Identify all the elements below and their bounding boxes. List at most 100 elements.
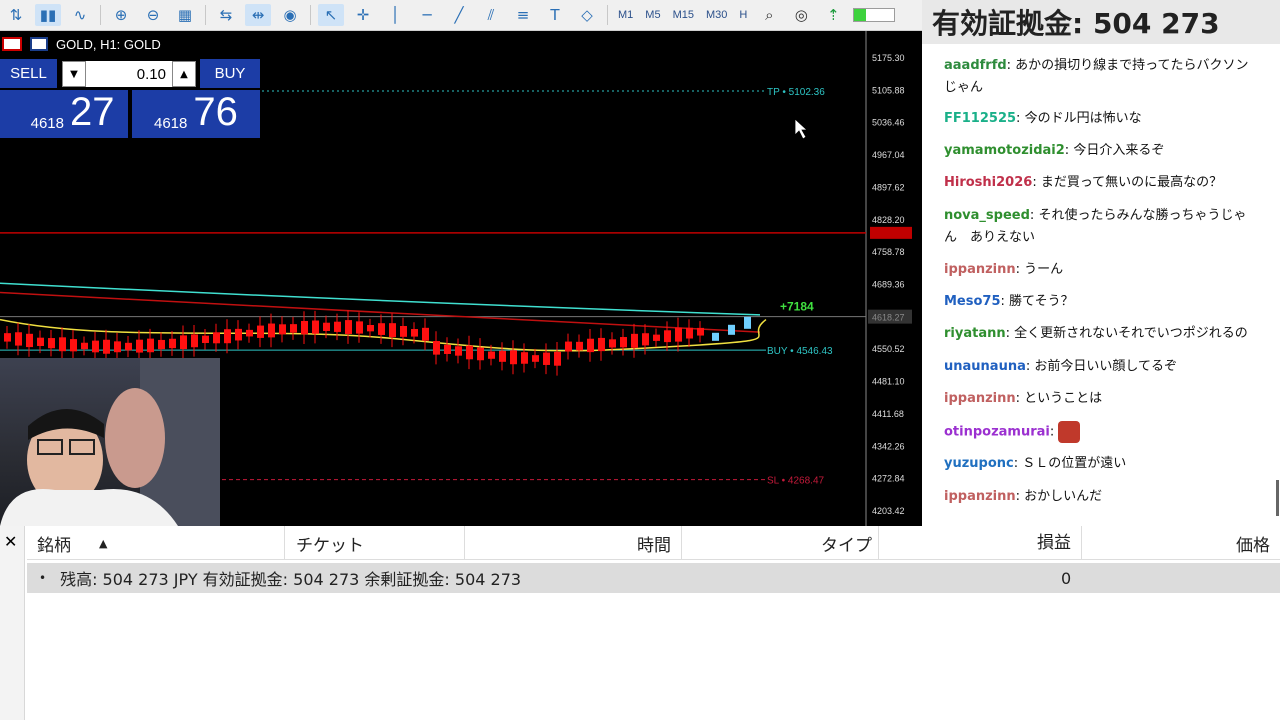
chat-message: ippanzinn: うーん	[944, 259, 1264, 281]
chat-text: 今のドル円は怖いな	[1024, 111, 1142, 126]
sell-price-pips: 27	[70, 90, 115, 134]
lot-increase-icon[interactable]: ▲	[172, 61, 196, 87]
column-price[interactable]: 価格	[1083, 526, 1280, 560]
chat-message: ippanzinn: おかしいんだ	[944, 486, 1264, 508]
timeframe-m5[interactable]: M5	[645, 9, 660, 21]
chat-username[interactable]: nova_speed	[944, 208, 1030, 223]
fibonacci-icon[interactable]: ≡	[510, 4, 536, 26]
column-type[interactable]: タイプ	[683, 526, 879, 560]
stop-loss-label: SL • 4268.47	[767, 476, 825, 487]
price-axis-label: 4272.84	[872, 474, 905, 484]
candle-body	[664, 330, 671, 343]
candle-body	[466, 345, 473, 360]
horizontal-line-icon[interactable]: ─	[414, 4, 440, 26]
shapes-icon[interactable]: ◇	[574, 4, 600, 26]
screen: ⇅ ▮▮ ∿ ⊕ ⊖ ▦ ⇆ ⇹ ◉ ↖ ✛ │ ─ ╱ ⫽ ≡ T ◇ M1 M5 M15 M30 H ⌕ ◎ ⇡ 5175.3…	[0, 0, 1280, 720]
chat-text: ん ありえない	[944, 230, 1036, 245]
candle-body	[301, 320, 308, 335]
timeframe-m30[interactable]: M30	[706, 9, 727, 21]
chat-username[interactable]: otinpozamurai	[944, 425, 1050, 440]
account-icon[interactable]: ◎	[788, 4, 814, 26]
close-icon[interactable]: ✕	[4, 532, 17, 551]
candle-body	[488, 351, 495, 359]
candle-body	[312, 320, 319, 334]
candle-body	[499, 350, 506, 362]
chart-bar-icon[interactable]: ⇅	[3, 4, 29, 26]
price-axis-label: 4618.27	[872, 313, 905, 323]
chat-username[interactable]: yamamotozidai2	[944, 143, 1065, 158]
chat-scrollbar[interactable]	[1276, 480, 1279, 516]
candle-body	[48, 338, 55, 349]
zoom-in-icon[interactable]: ⊕	[108, 4, 134, 26]
chat-text: まだ買って無いのに最高なの？	[1040, 175, 1223, 190]
chat-username[interactable]: ippanzinn	[944, 489, 1016, 504]
chat-username[interactable]: Meso75	[944, 294, 1001, 309]
candles-icon[interactable]: ▮▮	[35, 4, 61, 26]
candle-body	[433, 341, 440, 355]
toolbar-separator	[100, 5, 101, 25]
sell-button[interactable]: SELL	[0, 59, 57, 88]
column-symbol[interactable]: 銘柄 ▲	[27, 526, 285, 560]
lot-decrease-icon[interactable]: ▼	[62, 61, 86, 87]
chat-separator: :	[1015, 391, 1025, 406]
column-profit[interactable]: 損益	[880, 526, 1082, 560]
chat-username[interactable]: Hiroshi2026	[944, 175, 1032, 190]
lot-value[interactable]: 0.10	[86, 66, 172, 83]
vertical-line-icon[interactable]: │	[382, 4, 408, 26]
channel-icon[interactable]: ⫽	[478, 4, 504, 26]
grid-icon[interactable]: ▦	[172, 4, 198, 26]
autoscroll-icon[interactable]: ⇆	[213, 4, 239, 26]
buy-price-box[interactable]: 4618 76	[132, 90, 260, 138]
sell-price-box[interactable]: 4618 27	[0, 90, 128, 138]
chat-username[interactable]: yuzuponc	[944, 456, 1014, 471]
balance-row[interactable]: • 残高: 504 273 JPY 有効証拠金: 504 273 余剰証拠金: …	[27, 563, 1280, 593]
candle-body	[675, 327, 682, 342]
candle-body	[136, 339, 143, 353]
text-icon[interactable]: T	[542, 4, 568, 26]
candle-body	[444, 344, 451, 354]
chat-username[interactable]: ippanzinn	[944, 391, 1016, 406]
open-profit-label: +7184	[780, 300, 814, 314]
chart-shift-icon[interactable]: ⇹	[245, 4, 271, 26]
chat-text: 勝てそう？	[1009, 294, 1074, 309]
price-axis-label: 4967.04	[872, 150, 905, 160]
chat-message: yuzuponc: ＳＬの位置が遠い	[944, 453, 1264, 475]
search-icon[interactable]: ⌕	[756, 4, 782, 26]
chat-username[interactable]: unaunauna	[944, 359, 1026, 374]
line-chart-icon[interactable]: ∿	[67, 4, 93, 26]
crosshair-icon[interactable]: ✛	[350, 4, 376, 26]
candle-body	[268, 323, 275, 338]
trendline-icon[interactable]: ╱	[446, 4, 472, 26]
zoom-out-icon[interactable]: ⊖	[140, 4, 166, 26]
sort-asc-icon[interactable]: ▲	[99, 537, 107, 550]
candle-body	[686, 327, 693, 339]
timeframe-m15[interactable]: M15	[673, 9, 694, 21]
signal-icon[interactable]: ⇡	[820, 4, 846, 26]
chat-separator: :	[1015, 489, 1025, 504]
chart-menu-icon[interactable]	[2, 37, 22, 51]
lot-size-field[interactable]: ▼ 0.10 ▲	[62, 61, 196, 87]
candle-body	[521, 352, 528, 364]
chat-text: ＳＬの位置が遠い	[1022, 456, 1127, 471]
column-price-label: 価格	[1236, 535, 1270, 556]
candle-body	[37, 337, 44, 347]
candle-body	[565, 341, 572, 352]
cursor-icon[interactable]: ↖	[318, 4, 344, 26]
timeframe-h[interactable]: H	[739, 9, 747, 21]
chat-text: 全く更新されないそれでいつポジれるの	[1014, 326, 1248, 341]
column-time[interactable]: 時間	[466, 526, 682, 560]
chat-username[interactable]: riyatann	[944, 326, 1006, 341]
candle-body	[532, 355, 539, 362]
chat-username[interactable]: ippanzinn	[944, 262, 1016, 277]
price-axis-label: 4481.10	[872, 377, 905, 387]
chat-username[interactable]: aaadfrfd	[944, 58, 1007, 73]
column-ticket[interactable]: チケット	[286, 526, 465, 560]
sell-price-prefix: 4618	[30, 115, 64, 132]
timeframe-m1[interactable]: M1	[618, 9, 633, 21]
chat-username[interactable]: FF112525	[944, 111, 1016, 126]
screenshot-icon[interactable]: ◉	[277, 4, 303, 26]
chat-message: nova_speed: それ使ったらみんな勝っちゃうじゃ	[944, 205, 1264, 227]
buy-button[interactable]: BUY	[200, 59, 260, 88]
price-axis-label: 5036.46	[872, 118, 905, 128]
chat-message: ippanzinn: ということは	[944, 388, 1264, 410]
